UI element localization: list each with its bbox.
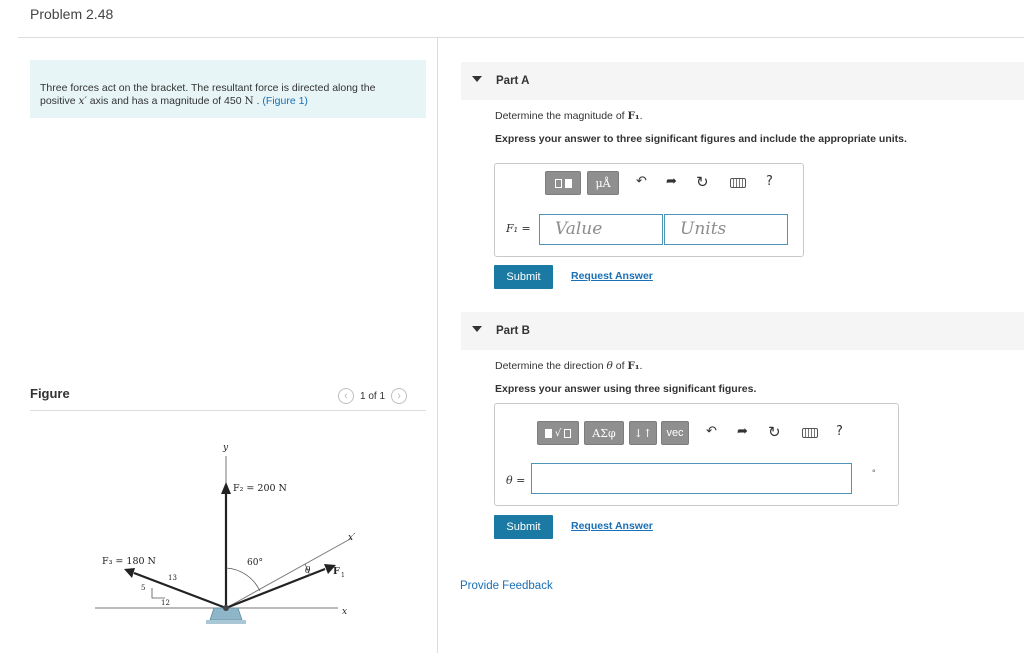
statement-text-2: axis and has a magnitude of 450 [86,95,245,107]
sort-arrows-button[interactable]: ↓↑ [629,421,657,445]
part-a-request-answer-link[interactable]: Request Answer [571,270,653,282]
part-a-question-end: . [639,110,643,122]
theta-input[interactable] [531,463,852,494]
figure-link[interactable]: (Figure 1) [262,95,308,107]
help-icon[interactable]: ? [766,174,773,189]
theta-label: θ [305,566,311,576]
keyboard-icon[interactable] [730,178,746,188]
part-b-question: Determine the direction θ of F₁. [495,360,642,372]
units-input[interactable]: Units [664,214,788,245]
part-a-question-text: Determine the magnitude of [495,110,628,122]
collapse-caret-icon[interactable] [472,76,482,82]
part-a-submit-button[interactable]: Submit [494,265,553,289]
y-axis-label: y [222,443,229,453]
degree-mark: ° [872,468,876,478]
undo-icon[interactable]: ↶ [636,174,647,189]
x-prime-axis-label: x′ [348,533,355,543]
figure-page-count: 1 of 1 [360,390,386,402]
part-b-label: Part B [496,325,530,337]
figure-pager: ‹ 1 of 1 › [338,386,408,406]
part-b-instruction: Express your answer using three signific… [495,383,757,395]
collapse-caret-icon[interactable] [472,326,482,332]
problem-statement: Three forces act on the bracket. The res… [30,60,426,118]
part-a-header[interactable]: Part A [461,62,1024,100]
statement-text: Three forces act on the bracket. The res… [40,82,410,108]
reset-icon[interactable]: ↻ [768,423,781,441]
provide-feedback-link[interactable]: Provide Feedback [460,580,553,592]
part-b-question-mid: of [612,360,628,372]
next-figure-button[interactable]: › [391,388,408,404]
f1-variable-label: F₁ = [506,222,531,235]
units-button[interactable]: μÅ [587,171,619,195]
f2-arrowhead [221,482,231,494]
vector-button[interactable]: vec [661,421,689,445]
f1-label-subscript: 1 [341,572,345,579]
redo-icon[interactable]: ➦ [737,424,748,439]
template-icon [554,178,572,188]
redo-icon[interactable]: ➦ [666,174,677,189]
figure-heading: Figure [30,386,70,401]
part-b-request-answer-link[interactable]: Request Answer [571,520,653,532]
greek-symbols-button[interactable]: ΑΣφ [584,421,624,445]
slope-12-label: 12 [161,599,170,607]
value-input[interactable]: Value [539,214,663,245]
prev-figure-button[interactable]: ‹ [338,388,354,404]
slope-13-label: 13 [168,574,177,582]
f3-arrow [133,571,227,610]
part-b-question-text: Determine the direction [495,360,607,372]
slope-triangle [151,588,165,599]
part-b-header[interactable]: Part B [461,312,1024,350]
problem-title: Problem 2.48 [30,6,114,22]
undo-icon[interactable]: ↶ [706,424,717,439]
part-a-answer-box: μÅ ↶ ➦ ↻ ? F₁ = Value Units [494,163,804,257]
part-a-question-var: F₁ [627,110,640,122]
bracket-force-diagram: y x x′ F₂ = 200 N F₃ = 180 N F 1 60° θ 1… [95,443,355,624]
column-divider [437,38,438,653]
help-icon[interactable]: ? [836,424,843,439]
x-axis-label: x [342,607,347,617]
part-b-submit-button[interactable]: Submit [494,515,553,539]
theta-variable-label: θ = [506,474,526,487]
part-b-question-var: F₁ [627,360,640,372]
f2-label: F₂ = 200 N [233,483,287,494]
angle-60-label: 60° [247,558,263,568]
newton-unit: N [244,95,254,107]
bracket-pin [223,605,229,611]
f1-label: F [333,566,340,577]
header-divider [18,37,1024,38]
template-button[interactable] [545,171,581,195]
radical-icon: √ [544,428,572,439]
part-a-instruction: Express your answer to three significant… [495,133,907,145]
slope-5-label: 5 [141,584,145,592]
f3-label: F₃ = 180 N [102,556,156,567]
angle-60-arc [225,567,261,592]
part-a-label: Part A [496,75,530,87]
part-b-answer-box: √ ΑΣφ ↓↑ vec ↶ ➦ ↻ ? θ = ° [494,403,899,506]
part-a-question: Determine the magnitude of F₁. [495,110,642,122]
f3-arrowhead [124,568,135,578]
bracket-plate [206,620,246,624]
x-prime-symbol: x′ [78,95,87,107]
keyboard-icon[interactable] [802,428,818,438]
figure-divider [30,410,426,411]
part-b-question-end: . [639,360,643,372]
reset-icon[interactable]: ↻ [696,173,709,191]
radical-button[interactable]: √ [537,421,579,445]
